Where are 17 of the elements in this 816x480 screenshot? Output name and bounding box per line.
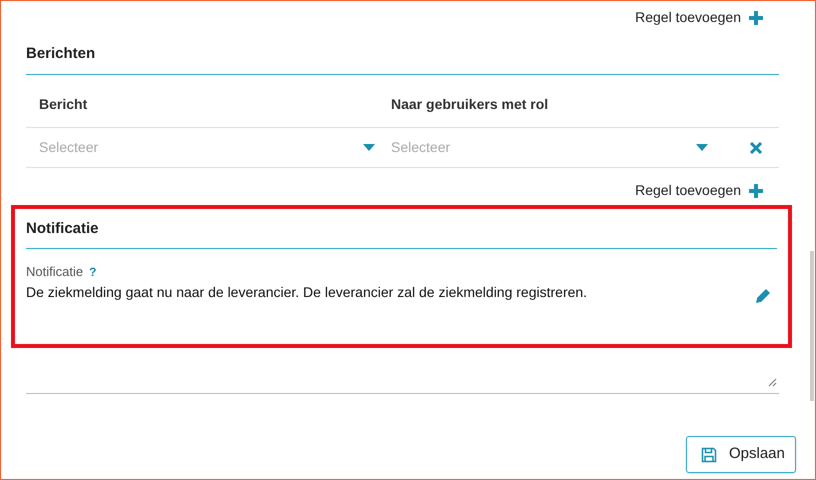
column-header: Bericht bbox=[39, 95, 88, 114]
notification-text: De ziekmelding gaat nu naar de leverancier. De leverancier zal de ziekmelding registreren. bbox=[26, 282, 588, 302]
help-icon[interactable]: ? bbox=[89, 262, 96, 281]
plus-icon bbox=[749, 10, 763, 24]
save-button[interactable]: Opslaan bbox=[686, 436, 796, 473]
pencil-icon[interactable] bbox=[755, 288, 771, 304]
section-title: Notificatie bbox=[26, 220, 99, 237]
add-row-button[interactable]: Regel toevoegen bbox=[635, 180, 763, 201]
caret-down-icon bbox=[696, 144, 708, 151]
plus-icon bbox=[749, 184, 763, 198]
resize-handle-icon[interactable] bbox=[768, 378, 777, 387]
section-title: Berichten bbox=[26, 45, 96, 62]
caret-down-icon bbox=[363, 144, 375, 151]
field-label: Notificatie bbox=[26, 263, 84, 281]
column-header: Naar gebruikers met rol bbox=[391, 95, 550, 114]
add-row-button[interactable]: Regel toevoegen bbox=[635, 7, 763, 28]
close-icon[interactable] bbox=[750, 142, 762, 154]
